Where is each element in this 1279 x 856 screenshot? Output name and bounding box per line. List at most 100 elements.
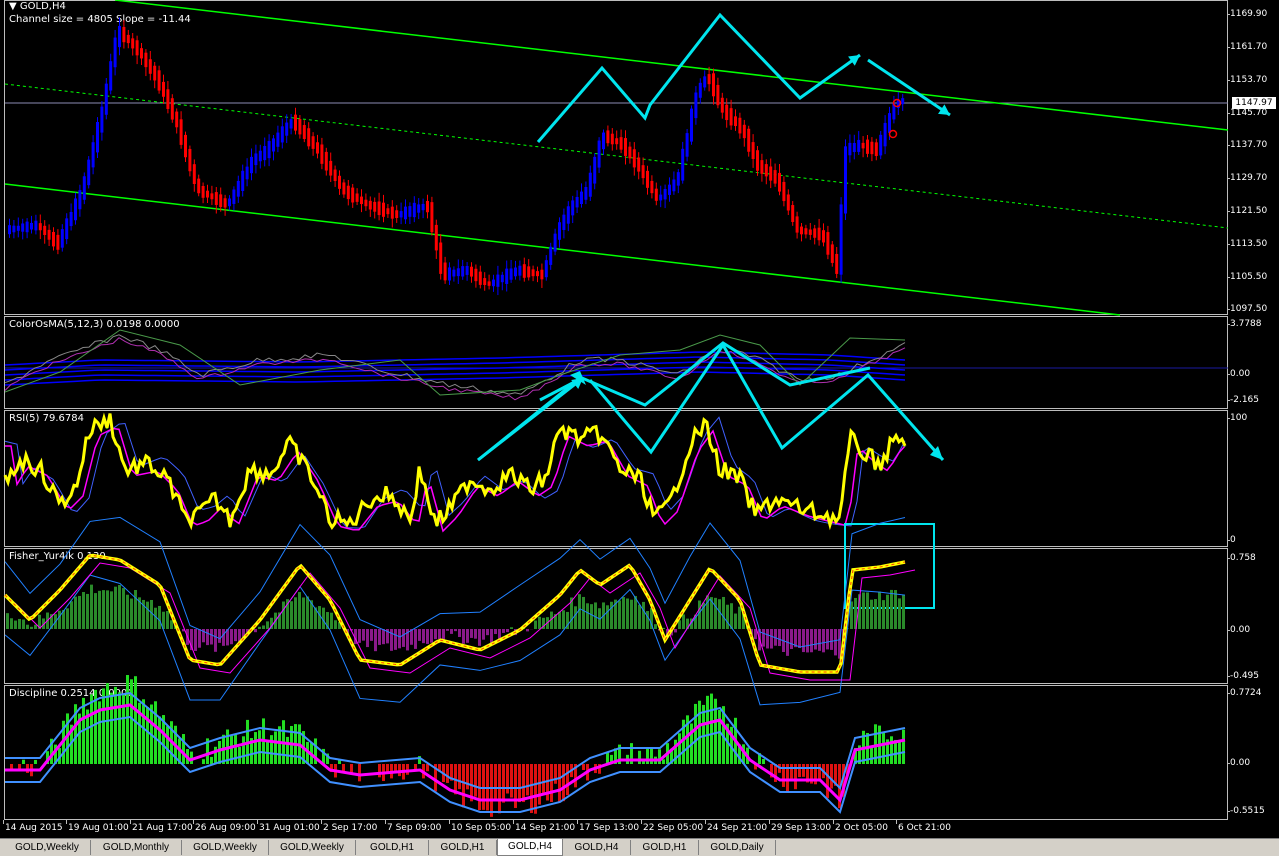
price-bar — [703, 76, 706, 87]
fisher-hist-bar — [510, 627, 513, 629]
fisher-hist-bar — [254, 629, 257, 632]
fisher-hist-bar — [878, 592, 881, 629]
fisher-hist-bar — [366, 629, 369, 647]
osma-green-line — [5, 330, 905, 395]
price-bar — [378, 201, 381, 215]
fisher-hist-bar — [454, 629, 457, 631]
time-label: 2 Oct 05:00 — [835, 823, 888, 833]
tab-gold-h1[interactable]: GOLD,H1 — [631, 840, 699, 855]
discipline-hist-bar — [130, 679, 133, 764]
price-bar — [92, 142, 95, 167]
price-bar — [329, 161, 332, 176]
discipline-hist-bar — [510, 764, 513, 798]
price-bar — [144, 53, 147, 67]
price-bar — [474, 269, 477, 281]
price-bar — [730, 108, 733, 125]
tab-gold-weekly[interactable]: GOLD,Weekly — [4, 840, 91, 855]
price-bar — [426, 201, 429, 212]
fisher-hist-bar — [134, 590, 137, 629]
price-bar — [34, 221, 37, 231]
discipline-hist-bar — [242, 736, 245, 764]
price-bar — [844, 146, 847, 213]
time-label: 31 Aug 01:00 — [259, 823, 320, 833]
fisher-hist-bar — [806, 629, 809, 652]
channel-lower-line — [5, 184, 1120, 315]
price-bar — [422, 204, 425, 210]
price-bar — [540, 270, 543, 280]
tab-gold-weekly[interactable]: GOLD,Weekly — [182, 840, 269, 855]
tab-gold-monthly[interactable]: GOLD,Monthly — [91, 840, 182, 855]
tab-gold-h4-active[interactable]: GOLD,H4 — [497, 839, 563, 856]
price-bar — [56, 235, 59, 250]
tab-gold-weekly[interactable]: GOLD,Weekly — [269, 840, 356, 855]
price-bar — [320, 144, 323, 163]
discipline-hist-bar — [558, 764, 561, 802]
fisher-hist-bar — [790, 629, 793, 649]
time-label: 29 Sep 13:00 — [771, 823, 831, 833]
fisher-hist-bar — [446, 629, 449, 631]
fisher-hist-bar — [422, 629, 425, 643]
price-bar — [606, 130, 609, 143]
price-tick: 1137.70 — [1230, 139, 1267, 151]
price-tick: 1129.70 — [1230, 172, 1267, 184]
price-bar — [769, 166, 772, 180]
fisher-hist-bar — [654, 624, 657, 629]
price-bar — [158, 70, 161, 90]
price-bar — [202, 186, 205, 198]
fisher-hist-bar — [302, 597, 305, 629]
price-bar — [523, 264, 526, 278]
fisher-hist-bar — [74, 597, 77, 629]
fisher-hist-bar — [18, 619, 21, 629]
discipline-hist-bar — [458, 764, 461, 789]
price-bar — [862, 143, 865, 148]
price-bar — [210, 193, 213, 199]
price-bar — [294, 115, 297, 131]
price-bar — [122, 27, 125, 42]
price-bar — [237, 181, 240, 197]
fisher-hist-bar — [110, 591, 113, 629]
tab-gold-h4[interactable]: GOLD,H4 — [563, 840, 631, 855]
price-bar — [30, 223, 33, 230]
price-bar — [866, 140, 869, 154]
tab-gold-h1[interactable]: GOLD,H1 — [356, 840, 429, 855]
current-price-label: 1147.97 — [1232, 97, 1276, 109]
price-bar — [664, 189, 667, 199]
tab-gold-daily[interactable]: GOLD,Daily — [699, 840, 776, 855]
discipline-hist-bar — [802, 764, 805, 777]
discipline-hist-bar — [238, 747, 241, 764]
price-bar — [496, 275, 499, 287]
discipline-tick: -0.5515 — [1230, 805, 1265, 817]
price-bar — [549, 247, 552, 265]
fisher-hist-bar — [610, 602, 613, 629]
tab-gold-h1[interactable]: GOLD,H1 — [429, 840, 497, 855]
time-label: 19 Aug 01:00 — [68, 823, 129, 833]
price-bar — [628, 147, 631, 159]
price-bar — [268, 141, 271, 158]
price-bar — [756, 150, 759, 171]
discipline-hist-bar — [358, 764, 361, 781]
discipline-hist-bar — [870, 747, 873, 764]
price-bar — [140, 48, 143, 58]
rsi-ma-line — [5, 429, 905, 532]
fisher-hist-bar — [206, 629, 209, 645]
fisher-hist-bar — [626, 598, 629, 629]
price-tick: 1113.50 — [1230, 238, 1267, 250]
price-bar — [78, 190, 81, 209]
price-bar — [100, 107, 103, 133]
price-bar — [527, 266, 530, 277]
fisher-hist-bar — [642, 602, 645, 629]
fisher-hist-bar — [70, 601, 73, 629]
price-bar — [219, 194, 222, 207]
discipline-hist-bar — [278, 726, 281, 764]
discipline-hist-bar — [446, 764, 449, 783]
price-bar — [593, 157, 596, 184]
price-bar — [298, 119, 301, 134]
price-bar — [118, 26, 121, 47]
discipline-hist-bar — [522, 764, 525, 802]
price-bar — [615, 138, 618, 144]
price-bar — [835, 254, 838, 274]
fisher-hist-bar — [166, 611, 169, 629]
fisher-hist-bar — [158, 606, 161, 629]
price-bar — [149, 59, 152, 74]
fisher-hist-bar — [562, 610, 565, 629]
